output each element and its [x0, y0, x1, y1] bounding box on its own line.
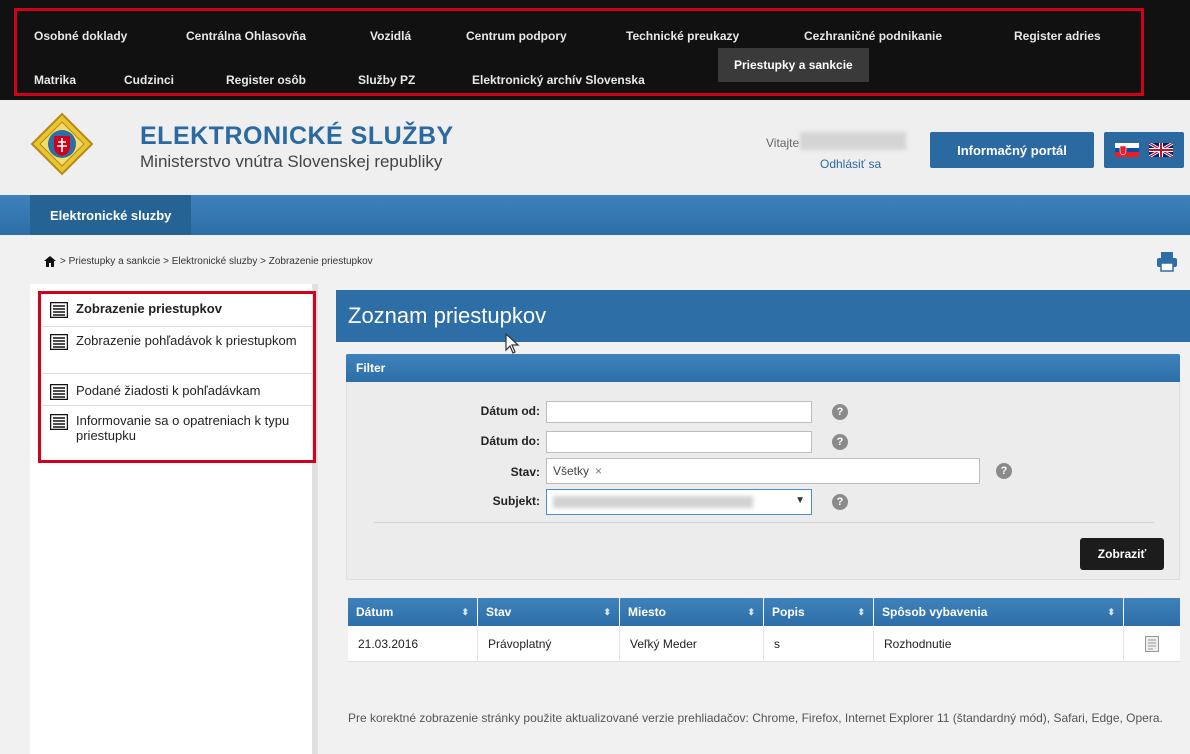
column-header-sposob-vybavenia[interactable]: Spôsob vybavenia ⬍	[874, 598, 1124, 626]
logout-link[interactable]: Odhlásiť sa	[820, 157, 881, 171]
uk-flag-icon[interactable]	[1149, 143, 1173, 157]
filter-divider	[374, 522, 1154, 523]
breadcrumb-trail[interactable]: > Priestupky a sankcie > Elektronické sl…	[60, 256, 373, 267]
column-label: Dátum	[356, 605, 394, 619]
sidebar-highlight-frame	[38, 291, 316, 463]
remove-tag-icon[interactable]: ×	[595, 464, 602, 478]
detail-document-icon[interactable]	[1145, 636, 1159, 652]
information-portal-button[interactable]: Informačný portál	[930, 132, 1094, 168]
results-table-header: Dátum ⬍ Stav ⬍ Miesto ⬍ Popis ⬍ Spôsob vybav…	[348, 598, 1180, 626]
home-icon[interactable]	[44, 256, 56, 267]
column-label: Spôsob vybavenia	[882, 605, 988, 619]
cell-popis: s	[764, 626, 874, 662]
chevron-down-icon: ▼	[795, 495, 805, 506]
welcome-label: Vitajte	[766, 136, 800, 150]
cell-actions	[1124, 626, 1180, 662]
top-navigation: Osobné doklady Centrálna Ohlasovňa Vozid…	[0, 0, 1190, 100]
date-from-label: Dátum od:	[480, 404, 540, 418]
user-name-redacted	[800, 132, 906, 150]
slovak-flag-icon[interactable]	[1115, 143, 1139, 157]
sort-icon[interactable]: ⬍	[1107, 607, 1115, 618]
page-title: Zoznam priestupkov	[336, 290, 1190, 342]
state-tag-label: Všetky	[553, 464, 590, 478]
sort-icon[interactable]: ⬍	[857, 607, 865, 618]
cell-miesto: Veľký Meder	[620, 626, 764, 662]
date-to-label: Dátum do:	[480, 434, 540, 448]
column-header-popis[interactable]: Popis ⬍	[764, 598, 874, 626]
subject-label: Subjekt:	[492, 494, 540, 508]
date-from-input[interactable]	[546, 401, 812, 423]
site-header: ELEKTRONICKÉ SLUŽBY Ministerstvo vnútra …	[0, 100, 1190, 195]
show-results-button[interactable]: Zobraziť	[1080, 538, 1164, 570]
subject-value-redacted	[553, 496, 753, 508]
site-subtitle: Ministerstvo vnútra Slovenskej republiky	[140, 152, 443, 171]
state-tag: Všetky ×	[553, 464, 602, 478]
column-label: Miesto	[628, 605, 667, 619]
nav-highlight-frame	[14, 8, 1144, 96]
column-header-miesto[interactable]: Miesto ⬍	[620, 598, 764, 626]
column-header-datum[interactable]: Dátum ⬍	[348, 598, 478, 626]
table-row[interactable]: 21.03.2016 Právoplatný Veľký Meder s Roz…	[348, 626, 1180, 662]
cell-datum: 21.03.2016	[348, 626, 478, 662]
subject-select[interactable]: ▼	[546, 489, 812, 515]
breadcrumb: > Priestupky a sankcie > Elektronické sl…	[44, 256, 373, 267]
browser-compatibility-note: Pre korektné zobrazenie stránky použite …	[348, 711, 1163, 725]
site-title: ELEKTRONICKÉ SLUŽBY	[140, 122, 454, 150]
sort-icon[interactable]: ⬍	[461, 607, 469, 618]
mouse-cursor-icon	[505, 333, 520, 354]
state-label: Stav:	[510, 465, 540, 479]
tab-elektronicke-sluzby[interactable]: Elektronické sluzby	[30, 195, 192, 235]
sort-icon[interactable]: ⬍	[603, 607, 611, 618]
sort-icon[interactable]: ⬍	[747, 607, 755, 618]
date-to-help-icon[interactable]: ?	[832, 434, 848, 450]
date-from-help-icon[interactable]: ?	[832, 404, 848, 420]
state-help-icon[interactable]: ?	[996, 463, 1012, 479]
column-header-actions	[1124, 598, 1180, 626]
subject-help-icon[interactable]: ?	[832, 494, 848, 510]
language-switcher	[1104, 132, 1184, 168]
column-header-stav[interactable]: Stav ⬍	[478, 598, 620, 626]
state-multiselect[interactable]: Všetky ×	[546, 458, 980, 484]
date-to-input[interactable]	[546, 431, 812, 453]
filter-heading: Filter	[346, 354, 1180, 382]
cell-sposob-vybavenia: Rozhodnutie	[874, 626, 1124, 662]
cell-stav: Právoplatný	[478, 626, 620, 662]
ministry-emblem-logo[interactable]	[30, 112, 94, 176]
print-icon[interactable]	[1156, 250, 1178, 272]
section-band: Elektronické sluzby	[0, 195, 1190, 235]
column-label: Stav	[486, 605, 512, 619]
column-label: Popis	[772, 605, 805, 619]
